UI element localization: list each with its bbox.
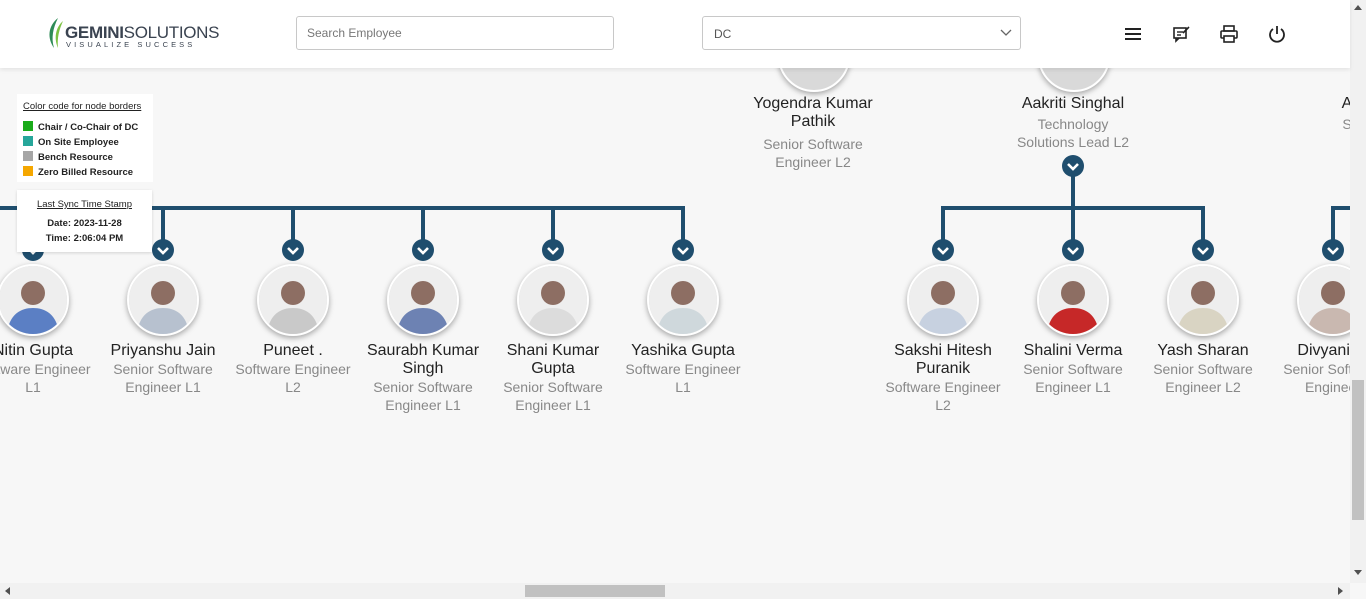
unit-select-value: DC bbox=[714, 27, 732, 41]
employee-node[interactable]: Sakshi Hitesh Puranik Software Engineer L… bbox=[878, 342, 1008, 414]
employee-role: Software Engineer L1 bbox=[625, 361, 741, 395]
org-chart: Yogendra Kumar Pathik Senior Software En… bbox=[0, 0, 1366, 580]
expand-toggle-icon[interactable] bbox=[671, 238, 695, 262]
avatar[interactable] bbox=[257, 264, 329, 336]
employee-node[interactable]: Yashika Gupta Software Engineer L1 bbox=[618, 342, 748, 396]
employee-role: Software Engineer L1 bbox=[0, 361, 91, 395]
sync-date: Date: 2023-11-28 bbox=[47, 218, 122, 229]
color-legend: Color code for node borders Chair / Co-C… bbox=[17, 94, 153, 182]
employee-role: Senior Software Engineer L1 bbox=[503, 379, 603, 413]
menu-icon[interactable] bbox=[1123, 24, 1143, 44]
employee-role: Senior Software Engineer L1 bbox=[1023, 361, 1123, 395]
logo-tagline: VISUALIZE SUCCESS bbox=[66, 40, 196, 49]
employee-node[interactable]: Yash Sharan Senior Software Engineer L2 bbox=[1138, 342, 1268, 396]
scroll-down-icon[interactable] bbox=[1354, 570, 1362, 576]
employee-name: Shalini Verma bbox=[1023, 342, 1123, 359]
person-photo-icon bbox=[389, 266, 457, 334]
sync-time: Time: 2:06:04 PM bbox=[45, 233, 124, 244]
person-photo-icon bbox=[1169, 266, 1237, 334]
employee-name: Saurabh Kumar Singh bbox=[366, 342, 480, 377]
company-logo[interactable]: GEMINISOLUTIONS VISUALIZE SUCCESS bbox=[46, 18, 220, 52]
vertical-scrollbar[interactable] bbox=[1350, 0, 1366, 583]
employee-role: Software Engineer L2 bbox=[235, 361, 351, 395]
person-photo-icon bbox=[519, 266, 587, 334]
employee-node[interactable]: Saurabh Kumar Singh Senior Software Engin… bbox=[358, 342, 488, 414]
legend-item: On Site Employee bbox=[23, 136, 119, 148]
search-employee-input[interactable] bbox=[296, 16, 614, 50]
employee-name: Aakriti Singhal bbox=[1021, 95, 1125, 112]
person-photo-icon bbox=[909, 266, 977, 334]
person-photo-icon bbox=[649, 266, 717, 334]
avatar[interactable] bbox=[127, 264, 199, 336]
employee-node[interactable]: Nitin Gupta Software Engineer L1 bbox=[0, 342, 98, 396]
scroll-right-icon[interactable] bbox=[1338, 587, 1344, 595]
power-icon[interactable] bbox=[1267, 24, 1287, 44]
expand-toggle-icon[interactable] bbox=[541, 238, 565, 262]
sync-title: Last Sync Time Stamp bbox=[36, 199, 133, 210]
employee-name: Yash Sharan bbox=[1157, 342, 1249, 359]
employee-name: Shani Kumar Gupta bbox=[506, 342, 600, 377]
employee-role: Technology Solutions Lead L2 bbox=[1016, 116, 1130, 150]
expand-toggle-icon[interactable] bbox=[281, 238, 305, 262]
expand-toggle-icon[interactable] bbox=[931, 238, 955, 262]
legend-swatch bbox=[23, 151, 33, 161]
legend-item: Bench Resource bbox=[23, 151, 113, 163]
expand-toggle-icon[interactable] bbox=[151, 238, 175, 262]
expand-toggle-icon[interactable] bbox=[411, 238, 435, 262]
employee-role: Senior Software Engineer L1 bbox=[373, 379, 473, 413]
expand-toggle-icon[interactable] bbox=[1191, 238, 1215, 262]
expand-toggle-icon[interactable] bbox=[1061, 154, 1085, 178]
employee-role: Senior Software Engineer L1 bbox=[113, 361, 213, 395]
legend-swatch bbox=[23, 136, 33, 146]
employee-node[interactable]: Priyanshu Jain Senior Software Engineer L… bbox=[98, 342, 228, 396]
vertical-scroll-thumb[interactable] bbox=[1352, 380, 1364, 520]
top-node[interactable]: Aakriti Singhal Technology Solutions Lea… bbox=[1008, 95, 1138, 151]
expand-toggle-icon[interactable] bbox=[1321, 238, 1345, 262]
employee-name: Puneet . bbox=[263, 342, 323, 359]
print-icon[interactable] bbox=[1219, 24, 1239, 44]
sync-timestamp-panel: Last Sync Time Stamp Date: 2023-11-28 Ti… bbox=[17, 190, 152, 252]
employee-name: Yogendra Kumar Pathik bbox=[753, 95, 873, 130]
employee-name: Priyanshu Jain bbox=[110, 342, 216, 359]
expand-toggle-icon[interactable] bbox=[1061, 238, 1085, 262]
scroll-left-icon[interactable] bbox=[4, 587, 10, 595]
employee-role: Senior Software Engineer L2 bbox=[763, 136, 863, 170]
unit-select[interactable]: DC bbox=[702, 16, 1021, 50]
avatar[interactable] bbox=[1037, 264, 1109, 336]
employee-role: Software Engineer L2 bbox=[885, 379, 1001, 413]
avatar[interactable] bbox=[647, 264, 719, 336]
person-photo-icon bbox=[1039, 266, 1107, 334]
person-photo-icon bbox=[259, 266, 327, 334]
horizontal-scrollbar[interactable] bbox=[0, 583, 1350, 599]
employee-node[interactable]: Puneet . Software Engineer L2 bbox=[228, 342, 358, 396]
legend-item: Zero Billed Resource bbox=[23, 166, 133, 178]
avatar[interactable] bbox=[907, 264, 979, 336]
avatar[interactable] bbox=[1167, 264, 1239, 336]
scroll-up-icon[interactable] bbox=[1354, 4, 1362, 10]
feedback-icon[interactable] bbox=[1171, 24, 1191, 44]
chevron-down-icon bbox=[1000, 29, 1012, 36]
employee-name: Nitin Gupta bbox=[0, 342, 74, 359]
leaf-logo-icon bbox=[49, 18, 63, 48]
employee-node[interactable]: Shalini Verma Senior Software Engineer L1 bbox=[1008, 342, 1138, 396]
legend-title: Color code for node borders bbox=[23, 101, 142, 112]
legend-item: Chair / Co-Chair of DC bbox=[23, 121, 138, 133]
employee-role: Senior Software Engineer L2 bbox=[1153, 361, 1253, 395]
employee-node[interactable]: Shani Kumar Gupta Senior Software Enginee… bbox=[488, 342, 618, 414]
employee-name: Yashika Gupta bbox=[631, 342, 735, 359]
avatar[interactable] bbox=[0, 264, 69, 336]
person-photo-icon bbox=[129, 266, 197, 334]
avatar[interactable] bbox=[387, 264, 459, 336]
horizontal-scroll-thumb[interactable] bbox=[525, 585, 665, 597]
avatar[interactable] bbox=[517, 264, 589, 336]
app-header: GEMINISOLUTIONS VISUALIZE SUCCESS DC bbox=[0, 0, 1350, 68]
person-photo-icon bbox=[0, 266, 67, 334]
legend-swatch bbox=[23, 166, 33, 176]
legend-swatch bbox=[23, 121, 33, 131]
employee-name: Sakshi Hitesh Puranik bbox=[894, 342, 992, 377]
top-node[interactable]: Yogendra Kumar Pathik Senior Software En… bbox=[748, 95, 878, 171]
